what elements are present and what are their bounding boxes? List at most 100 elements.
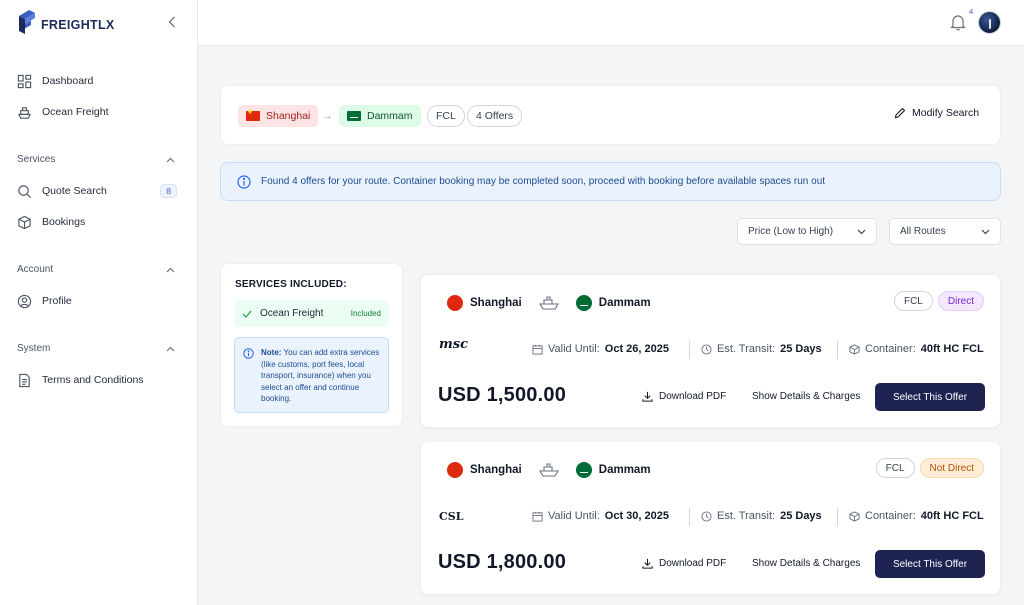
- top-bar: 4: [198, 0, 1024, 46]
- calendar-icon: [532, 344, 543, 355]
- modify-search-button[interactable]: Modify Search: [894, 107, 979, 119]
- carrier-logo-msc: msc: [439, 337, 468, 352]
- section-title: System: [17, 343, 51, 354]
- china-flag-icon: [246, 108, 260, 121]
- sidebar-item-label: Bookings: [42, 216, 86, 228]
- divider: [837, 508, 838, 526]
- download-pdf-label: Download PDF: [659, 391, 727, 402]
- sidebar-item-bookings[interactable]: Bookings: [17, 213, 177, 231]
- modify-search-label: Modify Search: [912, 107, 980, 119]
- container-info: Container: 40ft HC FCL: [849, 510, 984, 522]
- grid-icon: [17, 74, 32, 88]
- sidebar-item-label: Quote Search: [42, 185, 107, 197]
- document-icon: [19, 373, 30, 387]
- section-account-toggle[interactable]: Account: [17, 264, 175, 275]
- download-icon: [642, 558, 653, 569]
- pencil-icon: [894, 107, 906, 119]
- sidebar-item-terms[interactable]: Terms and Conditions: [17, 371, 177, 389]
- valid-until: Valid Until: Oct 26, 2025: [532, 343, 669, 355]
- services-title: SERVICES INCLUDED:: [235, 279, 347, 290]
- container-label: Container:: [865, 343, 916, 355]
- divider: [837, 341, 838, 359]
- search-summary: Shanghai → Dammam FCL 4 Offers Modify Se…: [220, 85, 1001, 145]
- section-title: Services: [17, 154, 56, 165]
- offer-origin: Shanghai: [470, 297, 522, 309]
- valid-until-value: Oct 30, 2025: [604, 510, 669, 522]
- sidebar-item-label: Ocean Freight: [42, 106, 109, 118]
- divider: [689, 508, 690, 526]
- container-info: Container: 40ft HC FCL: [849, 343, 984, 355]
- service-status: Included: [350, 309, 381, 318]
- mode-badge: FCL: [875, 458, 915, 478]
- sidebar-item-label: Dashboard: [42, 75, 94, 87]
- download-pdf-button[interactable]: Download PDF: [642, 558, 726, 569]
- notifications-button[interactable]: [950, 13, 966, 31]
- china-flag-icon: [447, 295, 463, 311]
- section-system-toggle[interactable]: System: [17, 343, 175, 354]
- show-details-button[interactable]: Show Details & Charges: [752, 391, 860, 402]
- chevron-down-icon: [981, 229, 990, 234]
- info-banner-text: Found 4 offers for your route. Container…: [261, 176, 826, 187]
- routing-badge: Direct: [937, 291, 984, 311]
- show-details-button[interactable]: Show Details & Charges: [752, 558, 860, 569]
- destination-label: Dammam: [367, 110, 413, 122]
- info-icon: [237, 174, 251, 189]
- valid-until-label: Valid Until:: [548, 343, 600, 355]
- container-value: 40ft HC FCL: [920, 510, 984, 522]
- collapse-sidebar-button[interactable]: [164, 13, 180, 31]
- sidebar-item-label: Terms and Conditions: [42, 374, 144, 386]
- sidebar-item-ocean-freight[interactable]: Ocean Freight: [17, 103, 177, 121]
- download-pdf-button[interactable]: Download PDF: [642, 391, 726, 402]
- offer-tags: FCL Direct: [893, 291, 984, 311]
- download-icon: [642, 391, 653, 402]
- container-value: 40ft HC FCL: [920, 343, 984, 355]
- transit-label: Est. Transit:: [717, 510, 776, 522]
- divider: [689, 341, 690, 359]
- clock-icon: [701, 510, 712, 522]
- est-transit: Est. Transit: 25 Days: [701, 343, 822, 355]
- avatar[interactable]: [978, 11, 1001, 34]
- bell-icon: [950, 15, 966, 31]
- sidebar-item-dashboard[interactable]: Dashboard: [17, 72, 177, 90]
- sort-select-value: Price (Low to High): [748, 226, 834, 237]
- section-title: Account: [17, 264, 54, 275]
- saudi-flag-icon: [575, 295, 592, 311]
- offer-route: Shanghai Dammam: [447, 295, 651, 311]
- select-offer-button[interactable]: Select This Offer: [875, 383, 985, 411]
- services-included-card: SERVICES INCLUDED: Ocean Freight Include…: [220, 263, 403, 427]
- sidebar-item-quote-search[interactable]: Quote Search 8: [17, 182, 177, 200]
- chevron-up-icon: [166, 346, 175, 351]
- offer-card: Shanghai Dammam FCL Not Direct CSL Valid…: [420, 441, 1001, 595]
- container-label: Container:: [865, 510, 916, 522]
- offer-origin: Shanghai: [470, 464, 522, 476]
- select-offer-button[interactable]: Select This Offer: [875, 550, 985, 578]
- note-label: Note:: [261, 348, 282, 357]
- info-icon: [243, 348, 254, 359]
- logo-icon: [19, 10, 35, 34]
- saudi-flag-icon: [575, 462, 592, 478]
- info-banner: Found 4 offers for your route. Container…: [220, 162, 1001, 201]
- chevron-up-icon: [166, 157, 175, 162]
- calendar-icon: [532, 511, 543, 522]
- transit-value: 25 Days: [780, 343, 822, 355]
- ship-icon: [538, 296, 559, 310]
- offer-price: USD 1,800.00: [438, 551, 567, 573]
- origin-chip: Shanghai: [238, 105, 319, 127]
- logo[interactable]: FREIGHTLX: [17, 8, 115, 36]
- service-name: Ocean Freight: [260, 308, 324, 319]
- service-row-ocean-freight: Ocean Freight Included: [234, 300, 389, 327]
- offer-destination: Dammam: [598, 464, 651, 476]
- transit-value: 25 Days: [780, 510, 822, 522]
- box-icon: [18, 215, 31, 229]
- cube-icon: [849, 510, 860, 522]
- check-icon: [242, 310, 252, 318]
- section-services-toggle[interactable]: Services: [17, 154, 175, 165]
- sort-select[interactable]: Price (Low to High): [737, 218, 877, 245]
- quote-count-badge: 8: [160, 184, 177, 198]
- cube-icon: [849, 343, 860, 355]
- sidebar-item-profile[interactable]: Profile: [17, 292, 177, 310]
- routes-select[interactable]: All Routes: [889, 218, 1001, 245]
- offer-card: Shanghai Dammam FCL Direct msc Valid Unt…: [420, 274, 1001, 428]
- destination-chip: Dammam: [339, 105, 421, 127]
- sidebar-item-label: Profile: [42, 295, 72, 307]
